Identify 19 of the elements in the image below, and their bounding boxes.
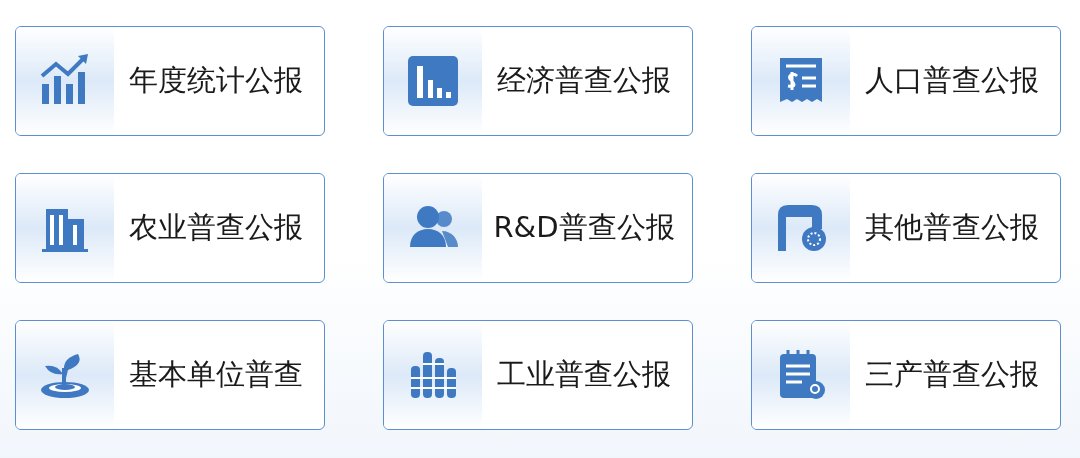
- report-link-card[interactable]: 三产普查公报: [751, 320, 1061, 430]
- card-label: 其他普查公报: [864, 209, 1040, 246]
- report-link-card[interactable]: 人口普查公报: [751, 26, 1061, 136]
- card-label: R&D普查公报: [492, 209, 676, 246]
- report-link-card[interactable]: 基本单位普查: [15, 320, 325, 430]
- card-label: 人口普查公报: [864, 62, 1040, 99]
- report-link-card[interactable]: 其他普查公报: [751, 173, 1061, 283]
- card-label: 三产普查公报: [864, 356, 1040, 393]
- card-label: 年度统计公报: [128, 62, 304, 99]
- report-link-card[interactable]: 经济普查公报: [383, 26, 693, 136]
- report-link-card[interactable]: 工业普查公报: [383, 320, 693, 430]
- card-label: 工业普查公报: [496, 356, 672, 393]
- card-label: 基本单位普查: [128, 356, 304, 393]
- card-label: 农业普查公报: [128, 209, 304, 246]
- bar-chart-icon: [406, 54, 460, 108]
- report-link-card[interactable]: R&D普查公报: [383, 173, 693, 283]
- report-link-card[interactable]: 农业普查公报: [15, 173, 325, 283]
- report-link-card[interactable]: 年度统计公报: [15, 26, 325, 136]
- card-label: 经济普查公报: [496, 62, 672, 99]
